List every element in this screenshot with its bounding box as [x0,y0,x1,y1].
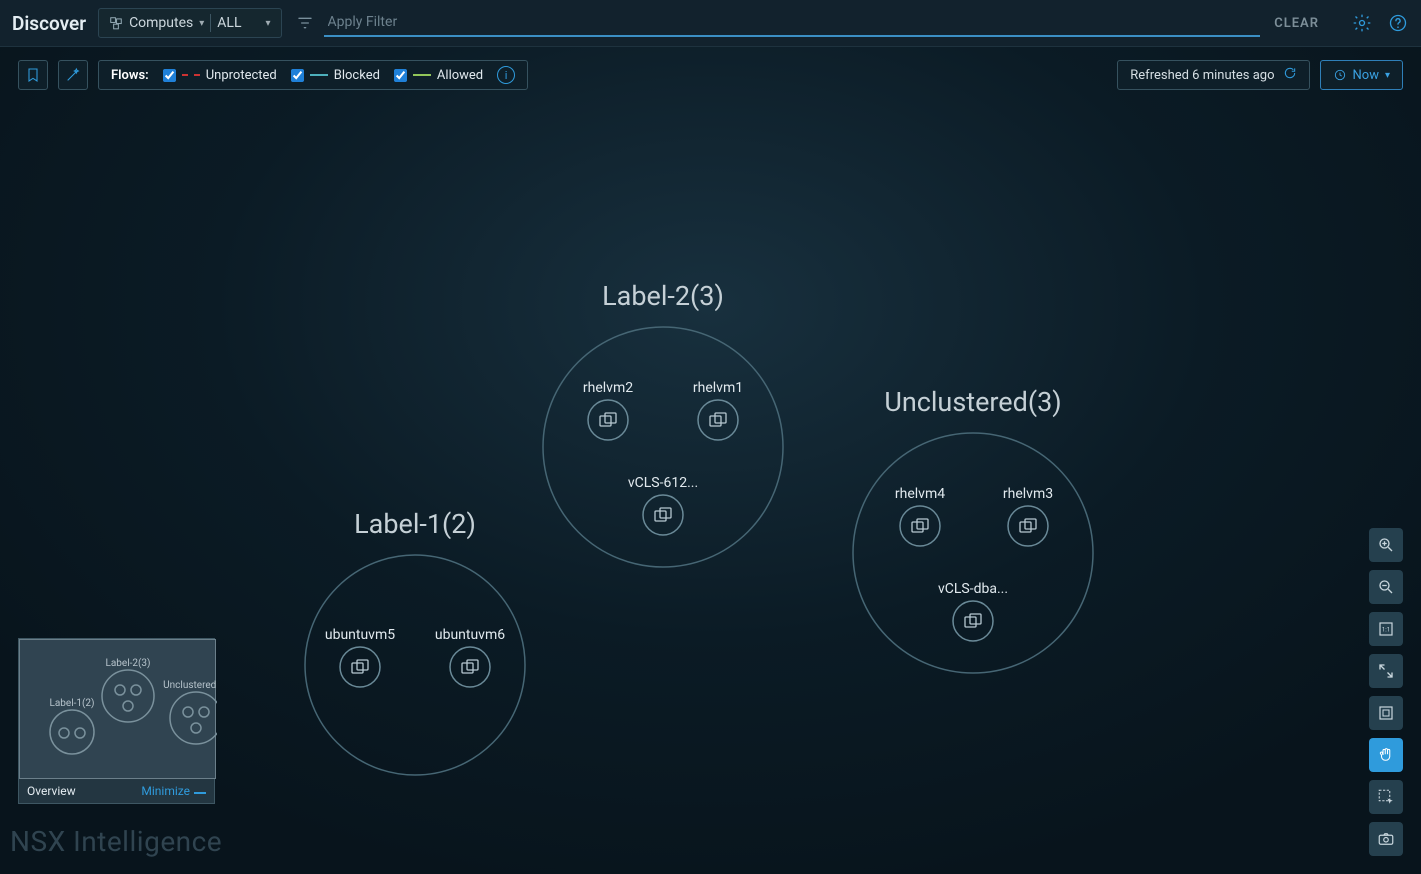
pan-hand-button[interactable] [1369,738,1403,772]
overview-minimize[interactable]: Minimize [141,784,206,798]
capture-button[interactable] [1369,822,1403,856]
top-right-icons [1351,12,1409,34]
group-title: Unclustered(3) [884,386,1061,418]
magic-wand-button[interactable] [58,60,88,90]
node-label: rhelvm1 [693,380,743,396]
compute-node[interactable] [698,400,738,440]
compute-node[interactable] [1008,506,1048,546]
overview-minimap[interactable]: Label-1(2) Label-2(3) Unclustered(3) [19,639,216,779]
divider [210,14,211,32]
watermark: NSX Intelligence [10,825,222,858]
compute-node[interactable] [588,400,628,440]
compute-node[interactable] [643,495,683,535]
bookmark-button[interactable] [18,60,48,90]
node-label: ubuntuvm6 [435,627,505,643]
page-title: Discover [12,12,86,35]
filter-bar: CLEAR [294,9,1325,37]
node-label: rhelvm2 [583,380,633,396]
flow-allowed[interactable]: Allowed [394,68,483,83]
overview-panel: Label-1(2) Label-2(3) Unclustered(3) Overv… [18,638,215,804]
zoom-in-button[interactable] [1369,528,1403,562]
allowed-swatch-icon [413,74,431,76]
clock-icon [1333,68,1347,82]
group-circle[interactable] [853,433,1093,673]
zoom-tools: 1:1 [1369,528,1403,856]
compute-node[interactable] [900,506,940,546]
unprotected-swatch-icon [182,74,200,76]
refresh-status[interactable]: Refreshed 6 minutes ago [1117,60,1309,90]
minimize-icon [194,787,206,795]
clear-button[interactable]: CLEAR [1268,16,1325,31]
svg-text:Label-1(2): Label-1(2) [49,697,94,709]
group-circle[interactable] [543,327,783,567]
flow-allowed-checkbox[interactable] [394,69,407,82]
reload-icon [1283,66,1297,84]
group-title: Label-1(2) [354,508,476,540]
zoom-out-button[interactable] [1369,570,1403,604]
svg-text:Unclustered(3): Unclustered(3) [163,679,217,691]
settings-icon[interactable] [1351,12,1373,34]
chevron-down-icon: ▾ [199,18,204,29]
filter-input-wrap [324,9,1261,37]
svg-text:1:1: 1:1 [1382,626,1390,633]
info-icon[interactable]: i [497,66,515,84]
node-label: ubuntuvm5 [325,627,395,643]
scope-dropdown[interactable]: Computes ▾ ALL ▾ [98,8,281,38]
scope-label: Computes [129,15,193,31]
flow-unprotected[interactable]: Unprotected [163,68,277,83]
group-title: Label-2(3) [602,280,724,312]
overview-title: Overview [27,784,76,798]
filter-input[interactable] [324,12,1261,32]
compute-node[interactable] [953,601,993,641]
blocked-swatch-icon [310,74,328,76]
zoom-1-1-button[interactable]: 1:1 [1369,612,1403,646]
computes-icon [109,16,123,30]
help-icon[interactable] [1387,12,1409,34]
node-label: rhelvm4 [895,486,945,502]
flow-blocked[interactable]: Blocked [291,68,380,83]
chevron-down-icon: ▾ [1385,70,1390,81]
node-label: vCLS-dba... [938,581,1008,597]
group-circle[interactable] [305,555,525,775]
flows-label: Flows: [111,68,149,83]
flow-blocked-checkbox[interactable] [291,69,304,82]
time-range-dropdown[interactable]: Now ▾ [1320,60,1404,90]
flows-legend: Flows: Unprotected Blocked Allowed i [98,60,528,90]
node-label: vCLS-612... [628,475,698,491]
top-bar: Discover Computes ▾ ALL ▾ CLEAR [0,0,1421,47]
chevron-down-icon: ▾ [266,18,271,29]
view-label: ALL [217,15,241,31]
node-label: rhelvm3 [1003,486,1053,502]
collapse-button[interactable] [1369,654,1403,688]
lasso-select-button[interactable] [1369,780,1403,814]
filter-icon[interactable] [294,12,316,34]
compute-node[interactable] [340,647,380,687]
control-right: Refreshed 6 minutes ago Now ▾ [1117,60,1403,90]
svg-text:Label-2(3): Label-2(3) [105,657,150,669]
flow-unprotected-checkbox[interactable] [163,69,176,82]
control-bar: Flows: Unprotected Blocked Allowed i Ref… [18,60,1403,90]
frame-select-button[interactable] [1369,696,1403,730]
compute-node[interactable] [450,647,490,687]
